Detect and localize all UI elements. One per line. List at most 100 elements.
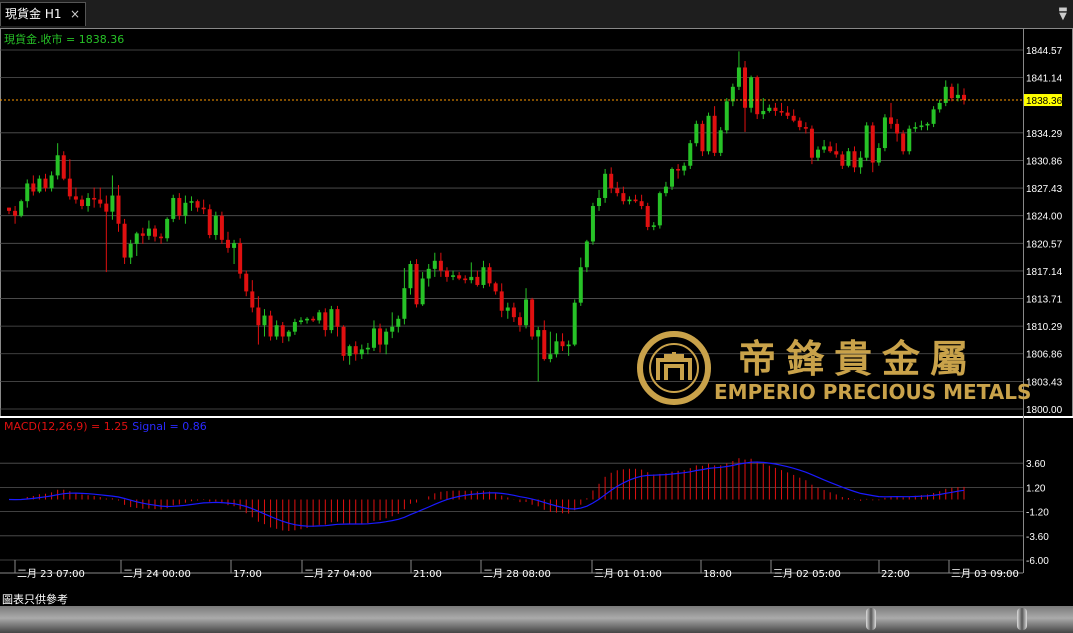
candle-body xyxy=(420,278,425,305)
candle-body xyxy=(61,155,66,179)
candle-body xyxy=(858,157,863,168)
candle-body xyxy=(238,243,243,274)
candle-body xyxy=(572,302,577,345)
candle-body xyxy=(639,201,644,207)
candle-body xyxy=(444,270,449,277)
candle-body xyxy=(359,349,364,355)
candle-body xyxy=(688,143,693,166)
price-tick-label: 1820.57 xyxy=(1026,239,1063,250)
candle-body xyxy=(305,318,310,321)
window-titlebar: 現貨金 H1 × ▬ ▼ xyxy=(0,0,1073,29)
candle-body xyxy=(274,325,279,337)
candle-body xyxy=(615,188,620,194)
scrollbar-left-handle[interactable] xyxy=(866,608,876,630)
scrollbar-right-handle[interactable] xyxy=(1017,608,1027,630)
chart-area[interactable]: 1838.36 1844.57 1841.14 1834.29 1830.86 1827… xyxy=(0,28,1073,606)
candle-body xyxy=(542,330,547,360)
candle-body xyxy=(146,228,151,236)
logo-emblem-icon xyxy=(637,331,711,405)
candle-body xyxy=(767,107,772,111)
candle-body xyxy=(718,130,723,153)
candle-body xyxy=(609,173,614,189)
candle-body xyxy=(712,115,717,153)
tab-chart-spot-gold[interactable]: 現貨金 H1 × xyxy=(0,2,86,26)
candle-body xyxy=(152,228,157,237)
candle-body xyxy=(603,173,608,198)
candle-body xyxy=(110,195,115,212)
candle-body xyxy=(244,273,249,292)
candle-body xyxy=(785,112,790,116)
price-tick-label: 1827.43 xyxy=(1026,184,1063,195)
candle-body xyxy=(335,309,340,327)
candle-body xyxy=(791,115,796,121)
logo-chinese-text: 帝鋒貴金屬 xyxy=(738,336,979,381)
horizontal-scrollbar[interactable] xyxy=(0,606,1073,633)
candle-body xyxy=(104,203,109,212)
candle-body xyxy=(761,110,766,115)
macd-legend-signal: Signal = 0.86 xyxy=(132,420,207,433)
candle-body xyxy=(937,102,942,110)
candle-body xyxy=(463,278,468,281)
candle-body xyxy=(365,347,370,350)
candle-body xyxy=(408,264,413,289)
candle-body xyxy=(633,199,638,202)
time-tick-label: 二月 27 04:00 xyxy=(304,568,372,580)
candle-body xyxy=(901,133,906,152)
candle-body xyxy=(311,318,316,321)
candle-body xyxy=(822,146,827,150)
candle-body xyxy=(286,331,291,337)
candle-body xyxy=(840,154,845,166)
candle-body xyxy=(268,315,273,337)
candle-body xyxy=(834,151,839,155)
signal-line xyxy=(8,461,965,527)
candle-body xyxy=(645,206,650,227)
macd-tick-label: 3.60 xyxy=(1026,459,1046,470)
time-tick-label: 二月 24 00:00 xyxy=(123,568,191,580)
candle-body xyxy=(250,291,255,308)
candle-body xyxy=(803,127,808,129)
scrollbar-track[interactable] xyxy=(0,606,1073,633)
candle-body xyxy=(13,210,18,216)
candle-body xyxy=(487,267,492,284)
candle-body xyxy=(262,315,267,326)
candle-body xyxy=(651,225,656,227)
candle-body xyxy=(116,195,121,224)
candle-body xyxy=(177,197,182,216)
macd-tick-label: -1.20 xyxy=(1026,508,1049,519)
candle-body xyxy=(292,322,297,332)
candle-body xyxy=(876,148,881,163)
candle-body xyxy=(663,186,668,194)
candle-body xyxy=(256,307,261,326)
candle-body xyxy=(621,193,626,202)
price-grid xyxy=(0,28,1073,573)
candle-body xyxy=(517,317,522,326)
candle-body xyxy=(779,110,784,113)
macd-grid xyxy=(0,462,1023,574)
candle-body xyxy=(92,197,97,200)
price-tick-label: 1834.29 xyxy=(1026,129,1063,140)
window-menu-icon[interactable]: ▬ ▼ xyxy=(1057,5,1069,22)
candle-body xyxy=(590,206,595,242)
price-tick-label: 1841.14 xyxy=(1026,74,1063,85)
candle-body xyxy=(402,288,407,319)
time-tick-label: 18:00 xyxy=(703,569,732,580)
time-tick-label: 二月 23 07:00 xyxy=(17,568,85,580)
candle-body xyxy=(870,125,875,163)
candle-body xyxy=(627,199,632,202)
candle-body xyxy=(676,168,681,171)
time-tick-label: 21:00 xyxy=(413,569,442,580)
candle-body xyxy=(809,128,814,158)
candle-body xyxy=(475,276,480,285)
candle-body xyxy=(724,101,729,131)
candle-body xyxy=(925,123,930,126)
candle-body xyxy=(657,193,662,226)
current-price-label: 1838.36 xyxy=(1026,96,1063,107)
candle-body xyxy=(730,86,735,102)
candle-body xyxy=(122,223,127,258)
candle-body xyxy=(25,183,30,202)
candle-body xyxy=(895,123,900,134)
candle-body xyxy=(390,326,395,332)
macd-legend: MACD(12,26,9) = 1.25 Signal = 0.86 xyxy=(4,420,207,433)
candle-body xyxy=(584,241,589,268)
close-icon[interactable]: × xyxy=(70,3,80,25)
